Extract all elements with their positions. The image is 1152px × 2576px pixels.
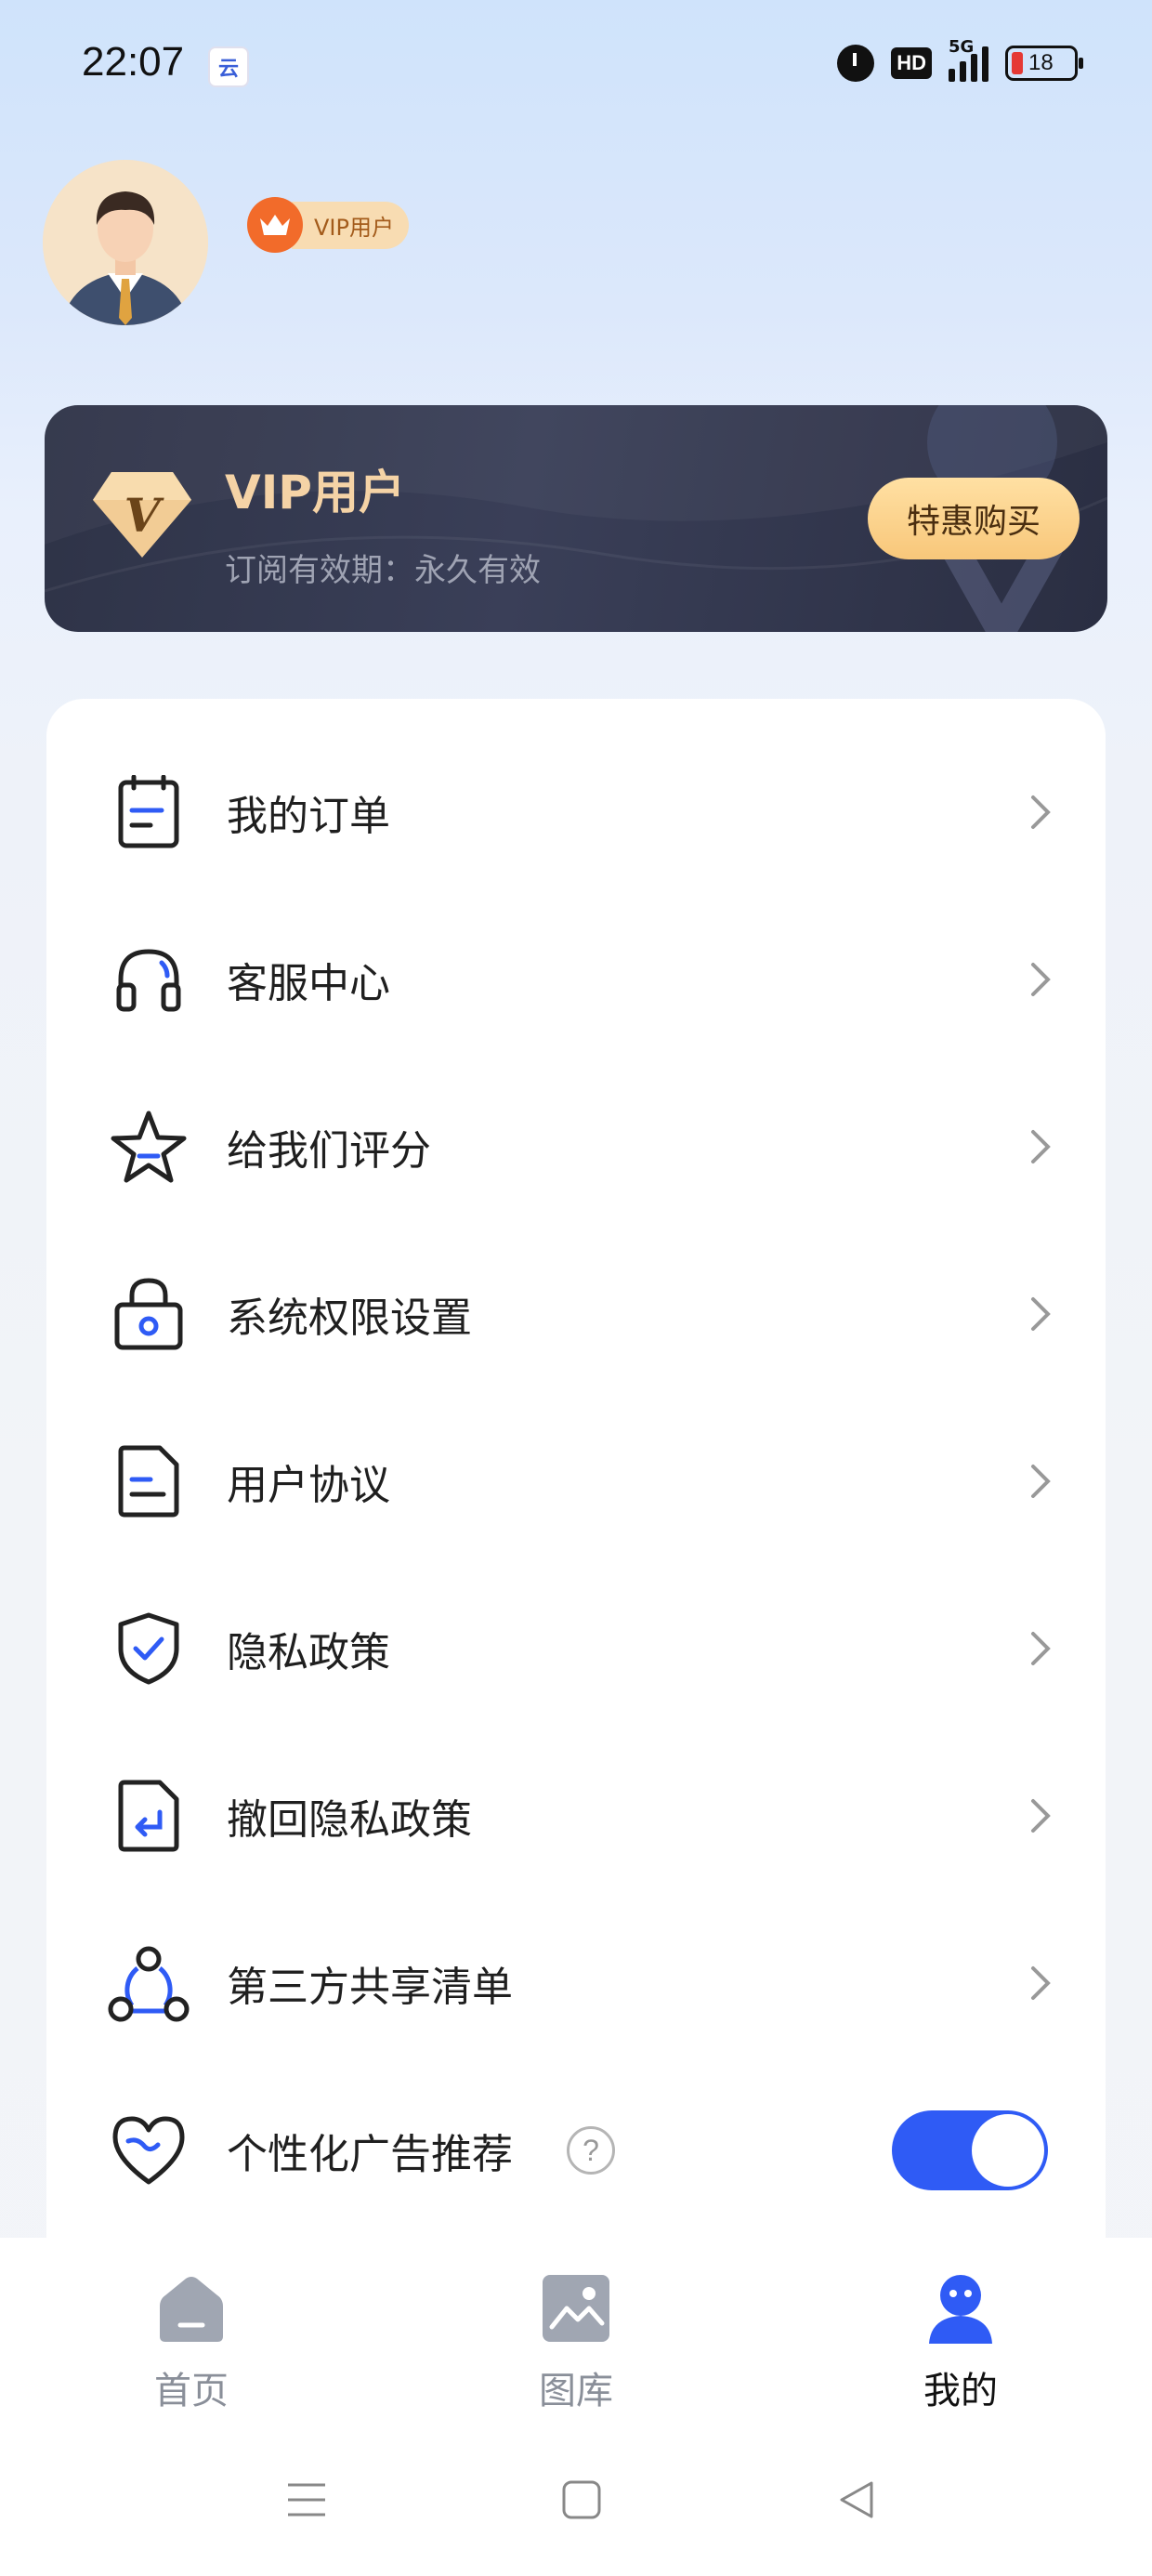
- battery-icon: 18: [1005, 46, 1083, 81]
- menu-item-label: 隐私政策: [227, 1629, 390, 1676]
- status-time: 22:07: [82, 39, 185, 85]
- menu-item-label: 客服中心: [227, 960, 390, 1007]
- status-icons: HD 5G 18: [837, 37, 1083, 82]
- signal-icon: 5G: [949, 37, 988, 82]
- document-return-icon: [108, 1775, 190, 1857]
- toggle-knob: [972, 2114, 1044, 2187]
- order-icon: [108, 771, 190, 853]
- gallery-icon: [539, 2271, 613, 2346]
- profile-icon: [923, 2271, 998, 2346]
- tab-gallery[interactable]: 图库: [483, 2271, 669, 2429]
- tab-label: 首页: [154, 2370, 229, 2412]
- network-type-label: 5G: [949, 37, 975, 57]
- document-icon: [108, 1440, 190, 1522]
- chevron-right-icon: [1022, 1965, 1059, 2002]
- menu-item-orders[interactable]: 我的订单: [46, 729, 1106, 896]
- help-icon[interactable]: ?: [567, 2126, 615, 2175]
- star-icon: [108, 1106, 190, 1188]
- menu-item-label: 系统权限设置: [227, 1295, 472, 1342]
- chevron-right-icon: [1022, 1797, 1059, 1834]
- menu-item-user-agreement[interactable]: 用户协议: [46, 1398, 1106, 1565]
- menu-item-label: 给我们评分: [227, 1127, 431, 1175]
- vip-card[interactable]: V VIP用户 订阅有效期：永久有效 特惠购买: [45, 405, 1107, 632]
- menu-item-customer-service[interactable]: 客服中心: [46, 896, 1106, 1063]
- heart-icon: [108, 2109, 190, 2191]
- system-nav-bar: [0, 2472, 1152, 2539]
- menu-item-third-party-sharing[interactable]: 第三方共享清单: [46, 1899, 1106, 2067]
- back-icon[interactable]: [829, 2472, 884, 2528]
- status-bar: 22:07 云 HD 5G 18: [0, 0, 1152, 139]
- lock-icon: [108, 1273, 190, 1355]
- special-purchase-button[interactable]: 特惠购买: [868, 478, 1080, 559]
- chevron-right-icon: [1022, 1463, 1059, 1500]
- home-icon: [154, 2271, 229, 2346]
- crown-icon: [247, 197, 303, 253]
- avatar-illustration: [43, 160, 208, 325]
- vip-badge: VIP用户: [247, 197, 409, 253]
- shield-check-icon: [108, 1608, 190, 1689]
- chevron-right-icon: [1022, 1128, 1059, 1165]
- menu-item-label: 个性化广告推荐: [227, 2131, 513, 2178]
- menu-item-label: 撤回隐私政策: [227, 1796, 472, 1844]
- tab-mine[interactable]: 我的: [868, 2271, 1054, 2429]
- chevron-right-icon: [1022, 961, 1059, 998]
- menu-icon[interactable]: [279, 2472, 334, 2528]
- avatar[interactable]: [43, 160, 208, 325]
- menu-item-permissions[interactable]: 系统权限设置: [46, 1230, 1106, 1398]
- vip-diamond-icon: V: [91, 468, 193, 565]
- menu-list: 我的订单 客服中心 给我们评分 系统权限设置 用户协议 隐私政策 撤回隐私政策 …: [46, 699, 1106, 2241]
- svg-text:V: V: [124, 488, 165, 543]
- tab-label: 我的: [923, 2370, 998, 2412]
- alarm-icon: [837, 45, 875, 82]
- personalized-ads-toggle[interactable]: [892, 2110, 1048, 2190]
- tab-label: 图库: [539, 2370, 613, 2412]
- app-notification-icon: 云: [208, 46, 249, 87]
- menu-item-rate-us[interactable]: 给我们评分: [46, 1063, 1106, 1230]
- chevron-right-icon: [1022, 1295, 1059, 1333]
- hd-icon: HD: [891, 47, 932, 79]
- home-button-icon[interactable]: [554, 2472, 609, 2528]
- menu-item-label: 我的订单: [227, 793, 390, 840]
- chevron-right-icon: [1022, 1630, 1059, 1667]
- vip-card-subtitle: 订阅有效期：永久有效: [225, 552, 541, 589]
- vip-card-title: VIP用户: [225, 466, 405, 519]
- menu-item-label: 用户协议: [227, 1462, 390, 1509]
- vip-badge-label: VIP用户: [292, 201, 409, 249]
- chevron-right-icon: [1022, 794, 1059, 831]
- headset-icon: [108, 939, 190, 1020]
- tab-home[interactable]: 首页: [98, 2271, 284, 2429]
- menu-item-personalized-ads: 个性化广告推荐 ?: [46, 2067, 1106, 2234]
- share-nodes-icon: [108, 1942, 190, 2024]
- battery-level: 18: [1028, 50, 1054, 75]
- menu-item-revoke-privacy[interactable]: 撤回隐私政策: [46, 1732, 1106, 1899]
- menu-item-privacy-policy[interactable]: 隐私政策: [46, 1565, 1106, 1732]
- menu-item-label: 第三方共享清单: [227, 1964, 513, 2011]
